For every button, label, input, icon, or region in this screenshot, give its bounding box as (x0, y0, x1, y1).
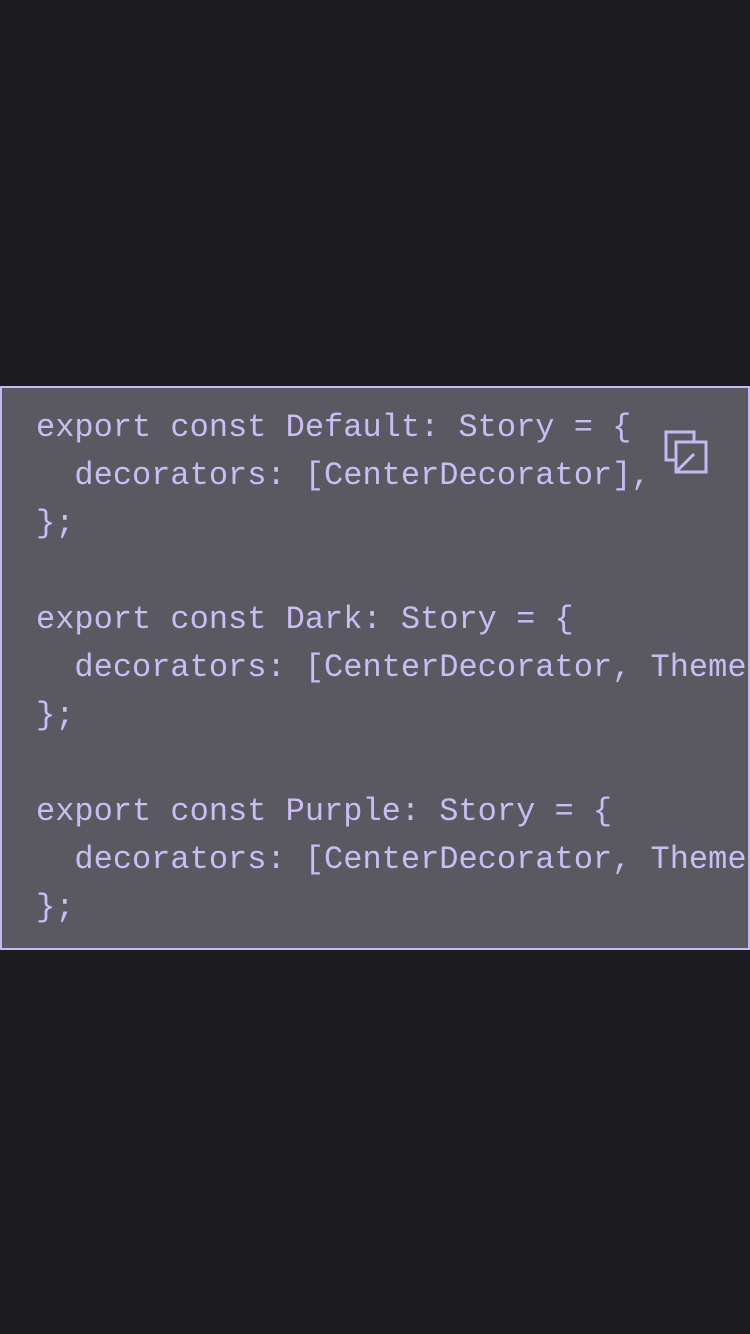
code-content: export const Default: Story = { decorato… (36, 404, 750, 932)
code-line: }; (36, 505, 75, 542)
copy-button[interactable] (660, 426, 712, 478)
code-line: decorators: [CenterDecorator, ThemeD (36, 841, 750, 878)
code-line: decorators: [CenterDecorator, ThemeD (36, 649, 750, 686)
code-line: }; (36, 889, 75, 926)
copy-icon (664, 430, 708, 474)
code-line: }; (36, 697, 75, 734)
code-line: export const Purple: Story = { (36, 793, 613, 830)
code-line: export const Default: Story = { (36, 409, 632, 446)
code-line: decorators: [CenterDecorator], (36, 457, 651, 494)
code-line: export const Dark: Story = { (36, 601, 574, 638)
code-block: export const Default: Story = { decorato… (0, 386, 750, 950)
